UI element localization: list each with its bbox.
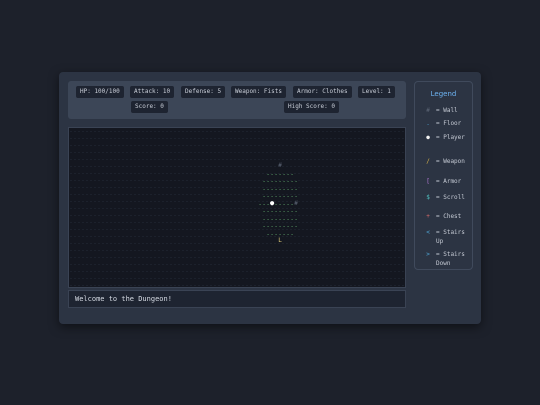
legend-description: = Armor: [436, 178, 462, 185]
floor-tile: .: [294, 177, 298, 184]
floor-tile: .: [294, 207, 298, 214]
legend-panel: Legend # = Wall. = Floor ● = Player / = Weapon…: [414, 81, 473, 270]
legend-description: = Wall: [436, 107, 458, 114]
hp-stat: HP: 100/100: [76, 86, 124, 98]
legend-description: = Stairs Down: [436, 251, 465, 267]
legend-symbol: /: [426, 158, 430, 165]
high-score-stat: High Score: 0: [284, 101, 339, 113]
wall-tile: #: [278, 162, 282, 169]
armor-stat: Armor: Clothes: [293, 86, 352, 98]
floor-tile: .: [294, 184, 298, 192]
floor-tile: .: [294, 222, 298, 229]
floor-tile: .: [290, 229, 294, 237]
legend-symbol: .: [426, 120, 430, 127]
message-log: Welcome to the Dungeon!: [68, 290, 406, 308]
legend-description: = Stairs Up: [436, 229, 465, 245]
dungeon-map[interactable]: #..................................... ●.…: [68, 127, 406, 288]
legend-description: = Scroll: [436, 194, 465, 201]
legend-description: = Chest: [436, 213, 462, 220]
floor-tile: .: [294, 214, 298, 222]
legend-symbol: ●: [426, 134, 430, 141]
legend-symbol: +: [426, 213, 430, 220]
weapon-stat: Weapon: Fists: [231, 86, 286, 98]
legend-description: = Floor: [436, 120, 462, 127]
level-stat: Level: 1: [358, 86, 395, 98]
legend-title: Legend: [430, 90, 457, 98]
wall-tile: #: [294, 199, 298, 207]
map-tiles: #..................................... ●.…: [69, 128, 405, 287]
legend-symbol: <: [426, 229, 430, 236]
defense-stat: Defense: 5: [181, 86, 226, 98]
legend-symbol: #: [426, 107, 430, 114]
stats-bar: HP: 100/100 Attack: 10 Defense: 5 Weapon…: [68, 81, 406, 119]
floor-tile: .: [290, 169, 294, 177]
attack-stat: Attack: 10: [130, 86, 175, 98]
legend-symbol: [: [426, 178, 430, 185]
legend-symbol: >: [426, 251, 430, 258]
stairs-tile: L: [278, 237, 282, 244]
floor-tile: .: [294, 192, 298, 199]
legend-symbol: $: [426, 194, 430, 201]
legend-description: = Weapon: [436, 158, 465, 165]
score-stat: Score: 0: [131, 101, 168, 113]
legend-description: = Player: [436, 134, 465, 141]
